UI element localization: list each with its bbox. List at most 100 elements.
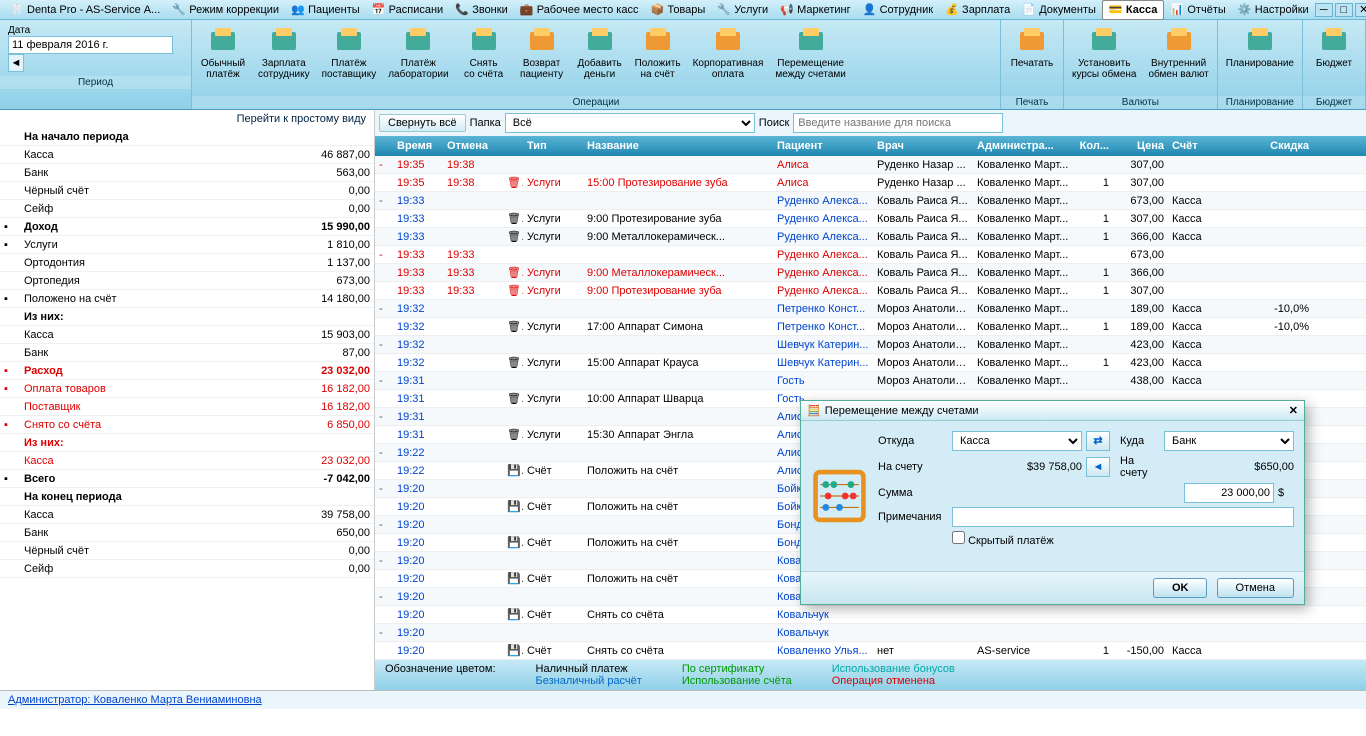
grid-toolbar: Свернуть всё Папка Всё Поиск	[375, 110, 1366, 136]
summary-row: ▪Оплата товаров16 182,00	[0, 380, 374, 398]
ok-button[interactable]: OK	[1153, 578, 1208, 598]
ribbon-Перемещение-между-счетами[interactable]: Перемещениемежду счетами	[769, 22, 851, 82]
menu-Зарплата[interactable]: 💰Зарплата	[939, 0, 1016, 20]
table-row[interactable]: -19:32Шевчук Катерин...Мороз Анатолий...…	[375, 336, 1366, 354]
abacus-icon	[811, 431, 868, 561]
table-row[interactable]: 19:3519:38🗑Услуги15:00 Протезирование зу…	[375, 174, 1366, 192]
legend: Обозначение цветом: Наличный платежБезна…	[375, 660, 1366, 690]
close-button[interactable]: ✕	[1355, 3, 1366, 17]
simple-view-link[interactable]: Перейти к простому виду	[0, 110, 374, 128]
ribbon-Внутренний-обмен-валют[interactable]: Внутреннийобмен валют	[1142, 22, 1214, 82]
table-row[interactable]: -19:33Руденко Алекса...Коваль Раиса Я...…	[375, 192, 1366, 210]
menu-Документы[interactable]: 📄Документы	[1016, 0, 1102, 20]
table-row[interactable]: -19:3519:38АлисаРуденко Назар ...Ковален…	[375, 156, 1366, 174]
menubar: 🦷Denta Pro - AS-Service А... 🔧Режим корр…	[0, 0, 1366, 20]
to-account-select[interactable]: Банк	[1164, 431, 1294, 451]
ribbon-Обычный-платёж[interactable]: Обычныйплатёж	[194, 22, 252, 82]
search-input[interactable]	[793, 113, 1003, 133]
table-row[interactable]: 19:3319:33🗑Услуги9:00 Протезирование зуб…	[375, 282, 1366, 300]
ribbon-Платёж-поставщику[interactable]: Платёжпоставщику	[316, 22, 383, 82]
table-row[interactable]: 19:3319:33🗑Услуги9:00 Металлокерамическ.…	[375, 264, 1366, 282]
table-row[interactable]: -19:32Петренко Конст...Мороз Анатолий...…	[375, 300, 1366, 318]
dialog-icon: 🧮	[807, 404, 821, 417]
menu-Звонки[interactable]: 📞Звонки	[449, 0, 514, 20]
summary-row: ▪Услуги1 810,00	[0, 236, 374, 254]
summary-row: На начало периода	[0, 128, 374, 146]
table-row[interactable]: 19:32🗑Услуги17:00 Аппарат СимонаПетренко…	[375, 318, 1366, 336]
table-row[interactable]: -19:3319:33Руденко Алекса...Коваль Раиса…	[375, 246, 1366, 264]
summary-row: Из них:	[0, 434, 374, 452]
ribbon: Дата ◄ Период ОбычныйплатёжЗарплатасотру…	[0, 20, 1366, 110]
summary-row: Банк563,00	[0, 164, 374, 182]
amount-input[interactable]	[1184, 483, 1274, 503]
summary-row: ▪Расход23 032,00	[0, 362, 374, 380]
ribbon-Установить-курсы-обмена[interactable]: Установитькурсы обмена	[1066, 22, 1143, 82]
folder-select[interactable]: Всё	[505, 113, 755, 133]
summary-row: ▪Доход15 990,00	[0, 218, 374, 236]
date-prev[interactable]: ◄	[8, 54, 24, 72]
ribbon-Платёж-лаборатории[interactable]: Платёжлаборатории	[382, 22, 454, 82]
table-row[interactable]: -19:31ГостьМороз Анатолий...Коваленко Ма…	[375, 372, 1366, 390]
menu-Отчёты[interactable]: 📊Отчёты	[1164, 0, 1231, 20]
table-row[interactable]: 19:33🗑Услуги9:00 Металлокерамическ...Руд…	[375, 228, 1366, 246]
swap-button[interactable]: ⇄	[1086, 431, 1110, 451]
summary-row: Из них:	[0, 308, 374, 326]
summary-row: На конец периода	[0, 488, 374, 506]
summary-row: Касса39 758,00	[0, 506, 374, 524]
menu-Маркетинг[interactable]: 📢Маркетинг	[774, 0, 856, 20]
summary-row: Ортодонтия1 137,00	[0, 254, 374, 272]
ribbon-Снять-со-счёта[interactable]: Снятьсо счёта	[455, 22, 513, 82]
from-account-select[interactable]: Касса	[952, 431, 1082, 451]
group-period-label: Период	[0, 76, 191, 89]
summary-row: Поставщик16 182,00	[0, 398, 374, 416]
table-row[interactable]: 19:20💾СчётСнять со счётаКовальчук	[375, 606, 1366, 624]
menu-Рабочее место касс[interactable]: 💼Рабочее место касс	[514, 0, 645, 20]
summary-row: Касса46 887,00	[0, 146, 374, 164]
table-row[interactable]: 19:33🗑Услуги9:00 Протезирование зубаРуде…	[375, 210, 1366, 228]
summary-row: Сейф0,00	[0, 200, 374, 218]
ribbon-Добавить-деньги[interactable]: Добавитьденьги	[571, 22, 629, 82]
dialog-title: Перемещение между счетами	[825, 405, 979, 417]
dialog-close-button[interactable]: ✕	[1289, 404, 1298, 417]
menu-Пациенты[interactable]: 👥Пациенты	[285, 0, 366, 20]
summary-row: Ортопедия673,00	[0, 272, 374, 290]
app-title: 🦷Denta Pro - AS-Service А...	[4, 1, 166, 19]
date-label: Дата	[8, 25, 30, 36]
ribbon-Положить-на-счёт[interactable]: Положитьна счёт	[629, 22, 687, 82]
collapse-all-button[interactable]: Свернуть всё	[379, 114, 466, 132]
notes-input[interactable]	[952, 507, 1294, 527]
table-row[interactable]: 19:20💾СчётСнять со счётаКоваленко Улья..…	[375, 642, 1366, 660]
hidden-checkbox[interactable]	[952, 531, 965, 544]
menu-Услуги[interactable]: 🔧Услуги	[711, 0, 774, 20]
ribbon-Зарплата-сотруднику[interactable]: Зарплатасотруднику	[252, 22, 316, 82]
status-bar[interactable]: Администратор: Коваленко Марта Вениамино…	[0, 690, 1366, 709]
maximize-button[interactable]: □	[1335, 3, 1353, 17]
search-label: Поиск	[759, 117, 789, 129]
summary-row: Чёрный счёт0,00	[0, 182, 374, 200]
ribbon-Корпоративная-оплата[interactable]: Корпоративнаяоплата	[687, 22, 770, 82]
menu-Режим коррекции[interactable]: 🔧Режим коррекции	[166, 0, 285, 20]
ribbon-Планирование[interactable]: Планирование	[1220, 22, 1300, 71]
table-row[interactable]: 19:32🗑Услуги15:00 Аппарат КраусаШевчук К…	[375, 354, 1366, 372]
direction-button[interactable]: ◄	[1086, 457, 1110, 477]
table-row[interactable]: -19:20Ковальчук	[375, 624, 1366, 642]
transfer-dialog: 🧮 Перемещение между счетами ✕ Откуда Кас…	[800, 400, 1305, 605]
minimize-button[interactable]: ─	[1315, 3, 1333, 17]
ribbon-Печатать[interactable]: Печатать	[1003, 22, 1061, 71]
menu-Товары[interactable]: 📦Товары	[644, 0, 711, 20]
ribbon-Бюджет[interactable]: Бюджет	[1305, 22, 1363, 71]
menu-Сотрудник[interactable]: 👤Сотрудник	[857, 0, 939, 20]
summary-panel: Перейти к простому виду На начало период…	[0, 110, 375, 690]
hidden-checkbox-label[interactable]: Скрытый платёж	[952, 531, 1294, 547]
summary-row: Банк87,00	[0, 344, 374, 362]
cancel-button[interactable]: Отмена	[1217, 578, 1294, 598]
summary-row: Банк650,00	[0, 524, 374, 542]
date-input[interactable]	[8, 36, 173, 54]
summary-row: Касса23 032,00	[0, 452, 374, 470]
menu-Настройки[interactable]: ⚙️Настройки	[1232, 0, 1315, 20]
ribbon-Возврат-пациенту[interactable]: Возвратпациенту	[513, 22, 571, 82]
menu-Расписани[interactable]: 📅Расписани	[366, 0, 450, 20]
menu-Касса[interactable]: 💳Касса	[1102, 0, 1164, 20]
summary-row: Касса15 903,00	[0, 326, 374, 344]
folder-label: Папка	[470, 117, 501, 129]
